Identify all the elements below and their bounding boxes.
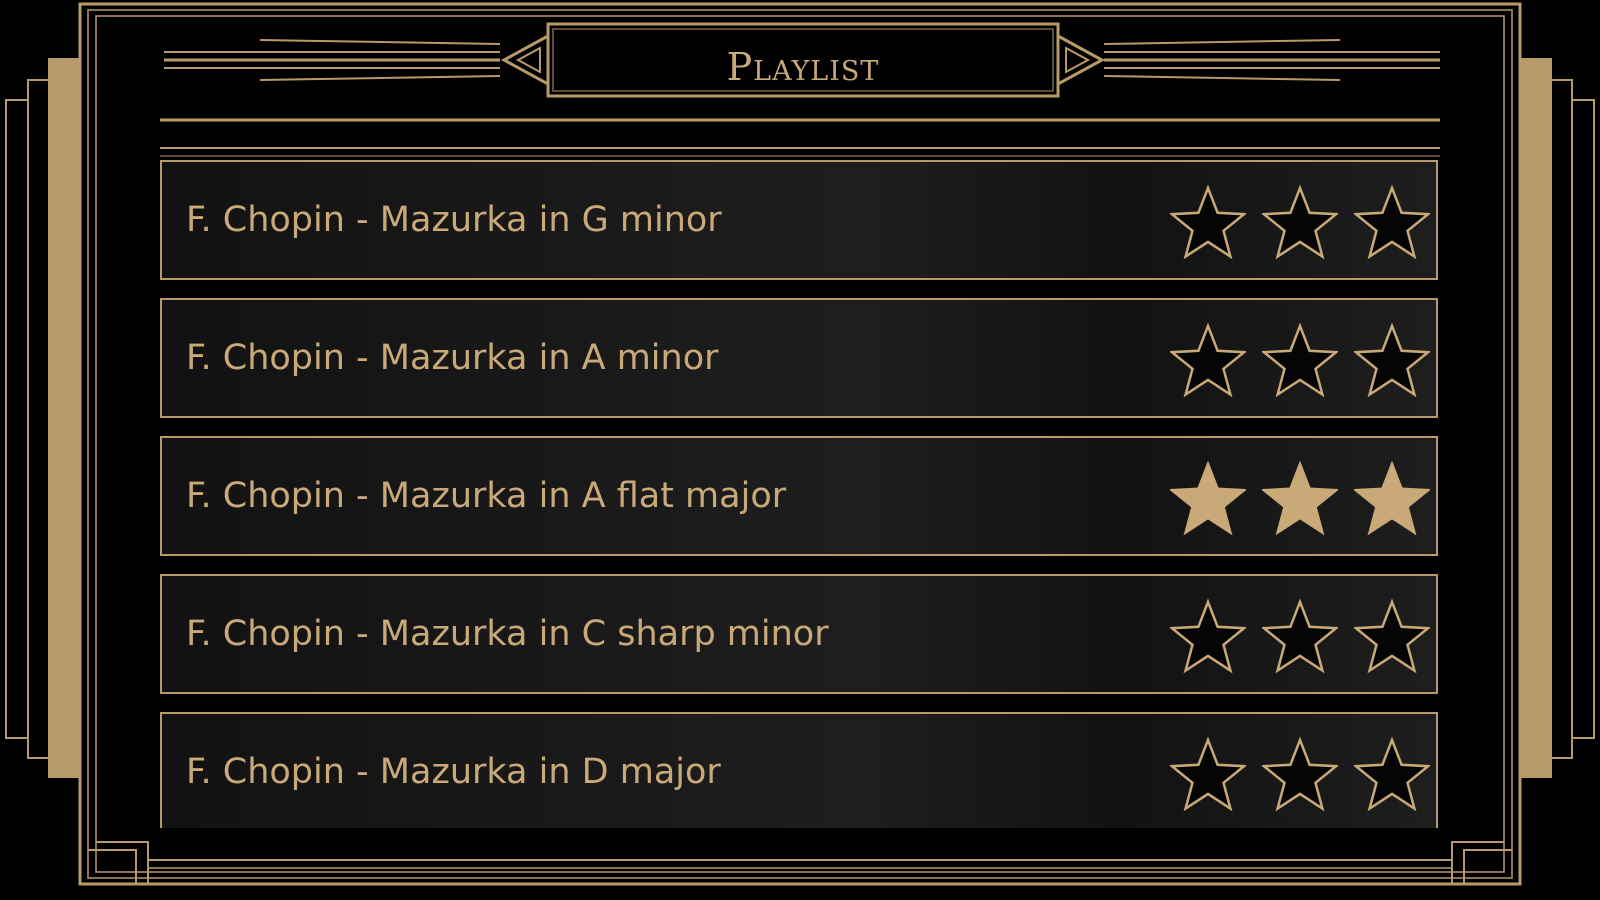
rating-stars[interactable] bbox=[1170, 322, 1430, 398]
track-title: F. Chopin - Mazurka in D major bbox=[186, 752, 721, 792]
star-outline-icon[interactable] bbox=[1354, 184, 1430, 260]
track-title: F. Chopin - Mazurka in A minor bbox=[186, 338, 719, 378]
star-outline-icon[interactable] bbox=[1262, 322, 1338, 398]
star-outline-icon[interactable] bbox=[1354, 322, 1430, 398]
track-title: F. Chopin - Mazurka in G minor bbox=[186, 200, 722, 240]
track-title: F. Chopin - Mazurka in A flat major bbox=[186, 476, 787, 516]
playlist[interactable]: F. Chopin - Mazurka in G minor F. Chopin … bbox=[160, 160, 1442, 828]
page-title: Playlist bbox=[726, 45, 880, 89]
playlist-row[interactable]: F. Chopin - Mazurka in C sharp minor bbox=[160, 574, 1438, 694]
star-outline-icon[interactable] bbox=[1170, 598, 1246, 674]
star-filled-icon[interactable] bbox=[1262, 460, 1338, 536]
star-outline-icon[interactable] bbox=[1262, 736, 1338, 812]
playlist-row[interactable]: F. Chopin - Mazurka in G minor bbox=[160, 160, 1438, 280]
star-filled-icon[interactable] bbox=[1170, 460, 1246, 536]
star-filled-icon[interactable] bbox=[1354, 460, 1430, 536]
rating-stars[interactable] bbox=[1170, 184, 1430, 260]
playlist-row[interactable]: F. Chopin - Mazurka in D major bbox=[160, 712, 1438, 828]
star-outline-icon[interactable] bbox=[1170, 736, 1246, 812]
playlist-row[interactable]: F. Chopin - Mazurka in A minor bbox=[160, 298, 1438, 418]
rating-stars[interactable] bbox=[1170, 736, 1430, 812]
star-outline-icon[interactable] bbox=[1170, 184, 1246, 260]
star-outline-icon[interactable] bbox=[1354, 598, 1430, 674]
track-title: F. Chopin - Mazurka in C sharp minor bbox=[186, 614, 829, 654]
star-outline-icon[interactable] bbox=[1262, 598, 1338, 674]
star-outline-icon[interactable] bbox=[1262, 184, 1338, 260]
playlist-row[interactable]: F. Chopin - Mazurka in A flat major bbox=[160, 436, 1438, 556]
rating-stars[interactable] bbox=[1170, 460, 1430, 536]
star-outline-icon[interactable] bbox=[1170, 322, 1246, 398]
rating-stars[interactable] bbox=[1170, 598, 1430, 674]
star-outline-icon[interactable] bbox=[1354, 736, 1430, 812]
